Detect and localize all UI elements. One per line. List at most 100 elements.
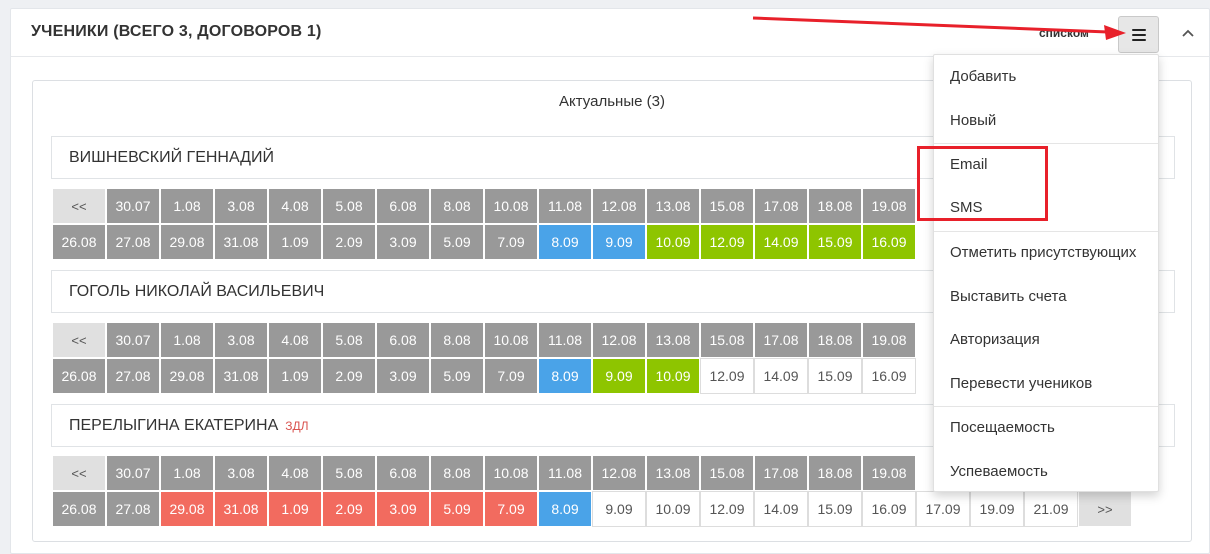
menu-item-new[interactable]: Новый <box>950 112 996 129</box>
menu-item-mark-present[interactable]: Отметить присутствующих <box>950 244 1136 261</box>
date-cell[interactable]: 30.07 <box>106 455 160 491</box>
menu-item-transfer-students[interactable]: Перевести учеников <box>950 375 1092 392</box>
date-cell[interactable]: 19.08 <box>862 455 916 491</box>
menu-item-issue-invoices[interactable]: Выставить счета <box>950 288 1067 305</box>
date-cell[interactable]: 3.08 <box>214 322 268 358</box>
date-cell[interactable]: 27.08 <box>106 491 160 527</box>
date-cell[interactable]: 29.08 <box>160 491 214 527</box>
view-mode-label[interactable]: списком <box>1039 26 1089 40</box>
date-cell[interactable]: 13.08 <box>646 455 700 491</box>
date-cell[interactable]: 18.08 <box>808 188 862 224</box>
date-cell[interactable]: 15.09 <box>808 491 862 527</box>
date-cell[interactable]: 6.08 <box>376 188 430 224</box>
date-cell[interactable]: 7.09 <box>484 358 538 394</box>
date-cell[interactable]: 8.08 <box>430 455 484 491</box>
menu-item-add[interactable]: Добавить <box>950 68 1016 85</box>
date-cell[interactable]: 4.08 <box>268 188 322 224</box>
date-cell[interactable]: 16.09 <box>862 358 916 394</box>
date-cell[interactable]: 18.08 <box>808 455 862 491</box>
date-cell[interactable]: 12.08 <box>592 455 646 491</box>
date-cell[interactable]: 10.08 <box>484 188 538 224</box>
date-cell[interactable]: 15.08 <box>700 188 754 224</box>
date-cell[interactable]: 19.09 <box>970 491 1024 527</box>
date-cell[interactable]: 1.09 <box>268 358 322 394</box>
date-cell[interactable]: 3.09 <box>376 491 430 527</box>
date-cell[interactable]: 5.09 <box>430 491 484 527</box>
date-cell[interactable]: 15.08 <box>700 322 754 358</box>
date-cell[interactable]: 15.09 <box>808 358 862 394</box>
date-cell[interactable]: 17.08 <box>754 188 808 224</box>
date-cell[interactable]: 4.08 <box>268 455 322 491</box>
date-cell[interactable]: 17.08 <box>754 322 808 358</box>
date-cell[interactable]: 1.08 <box>160 322 214 358</box>
date-cell[interactable]: 4.08 <box>268 322 322 358</box>
date-cell[interactable]: 9.09 <box>592 491 646 527</box>
date-cell[interactable]: 5.08 <box>322 322 376 358</box>
date-cell[interactable]: 5.09 <box>430 224 484 260</box>
date-cell[interactable]: 11.08 <box>538 455 592 491</box>
date-cell[interactable]: 12.09 <box>700 224 754 260</box>
date-cell[interactable]: 30.07 <box>106 188 160 224</box>
date-cell[interactable]: 5.09 <box>430 358 484 394</box>
date-cell[interactable]: 31.08 <box>214 491 268 527</box>
date-cell[interactable]: 8.09 <box>538 491 592 527</box>
date-cell[interactable]: 10.08 <box>484 455 538 491</box>
date-cell[interactable]: 5.08 <box>322 188 376 224</box>
date-cell[interactable]: 10.08 <box>484 322 538 358</box>
date-cell[interactable]: 8.09 <box>538 358 592 394</box>
date-cell[interactable]: 6.08 <box>376 322 430 358</box>
date-cell[interactable]: 8.09 <box>538 224 592 260</box>
date-cell[interactable]: 1.08 <box>160 188 214 224</box>
date-cell[interactable]: 31.08 <box>214 224 268 260</box>
date-cell[interactable]: 3.09 <box>376 224 430 260</box>
date-cell[interactable]: 16.09 <box>862 491 916 527</box>
date-cell[interactable]: 12.08 <box>592 188 646 224</box>
date-cell[interactable]: 8.08 <box>430 322 484 358</box>
date-cell[interactable]: 29.08 <box>160 358 214 394</box>
prev-dates-button[interactable]: << <box>52 455 106 491</box>
menu-item-progress[interactable]: Успеваемость <box>950 463 1048 480</box>
date-cell[interactable]: 27.08 <box>106 358 160 394</box>
date-cell[interactable]: 12.09 <box>700 491 754 527</box>
date-cell[interactable]: 26.08 <box>52 358 106 394</box>
prev-dates-button[interactable]: << <box>52 322 106 358</box>
date-cell[interactable]: 2.09 <box>322 224 376 260</box>
date-cell[interactable]: 14.09 <box>754 491 808 527</box>
date-cell[interactable]: 15.08 <box>700 455 754 491</box>
date-cell[interactable]: 10.09 <box>646 491 700 527</box>
date-cell[interactable]: 12.08 <box>592 322 646 358</box>
date-cell[interactable]: 30.07 <box>106 322 160 358</box>
date-cell[interactable]: 1.09 <box>268 224 322 260</box>
date-cell[interactable]: 9.09 <box>592 358 646 394</box>
date-cell[interactable]: 10.09 <box>646 358 700 394</box>
date-cell[interactable]: 10.09 <box>646 224 700 260</box>
date-cell[interactable]: 19.08 <box>862 188 916 224</box>
date-cell[interactable]: 3.09 <box>376 358 430 394</box>
date-cell[interactable]: 7.09 <box>484 491 538 527</box>
menu-item-attendance[interactable]: Посещаемость <box>950 419 1055 436</box>
date-cell[interactable]: 13.08 <box>646 322 700 358</box>
date-cell[interactable]: 31.08 <box>214 358 268 394</box>
date-cell[interactable]: 26.08 <box>52 224 106 260</box>
date-cell[interactable]: 14.09 <box>754 224 808 260</box>
date-cell[interactable]: 26.08 <box>52 491 106 527</box>
date-cell[interactable]: 1.08 <box>160 455 214 491</box>
date-cell[interactable]: 21.09 <box>1024 491 1078 527</box>
date-cell[interactable]: 17.09 <box>916 491 970 527</box>
date-cell[interactable]: 3.08 <box>214 455 268 491</box>
date-cell[interactable]: 1.09 <box>268 491 322 527</box>
date-cell[interactable]: 7.09 <box>484 224 538 260</box>
date-cell[interactable]: 18.08 <box>808 322 862 358</box>
date-cell[interactable]: 8.08 <box>430 188 484 224</box>
menu-button[interactable] <box>1118 16 1159 53</box>
date-cell[interactable]: 2.09 <box>322 358 376 394</box>
date-cell[interactable]: 14.09 <box>754 358 808 394</box>
prev-dates-button[interactable]: << <box>52 188 106 224</box>
date-cell[interactable]: 11.08 <box>538 322 592 358</box>
date-cell[interactable]: 16.09 <box>862 224 916 260</box>
date-cell[interactable]: 27.08 <box>106 224 160 260</box>
date-cell[interactable]: 29.08 <box>160 224 214 260</box>
date-cell[interactable]: 11.08 <box>538 188 592 224</box>
date-cell[interactable]: 17.08 <box>754 455 808 491</box>
date-cell[interactable]: 13.08 <box>646 188 700 224</box>
